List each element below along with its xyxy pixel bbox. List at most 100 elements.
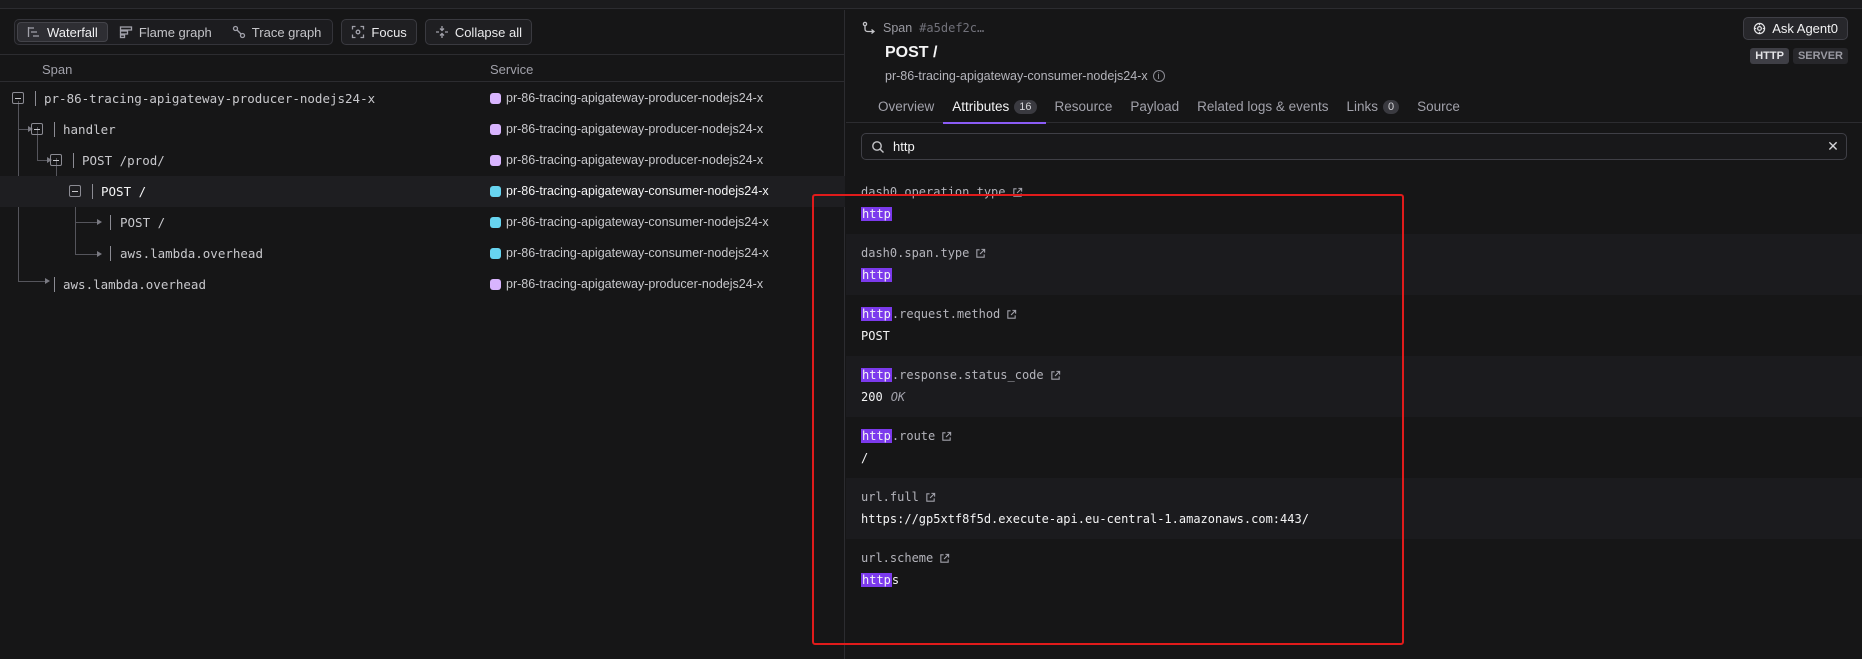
span-name: POST /prod/ — [82, 153, 165, 168]
collapse-toggle[interactable] — [69, 185, 81, 197]
tab-resource[interactable]: Resource — [1046, 90, 1122, 123]
collapse-all-label: Collapse all — [454, 24, 523, 40]
waterfall-tab[interactable]: Waterfall — [17, 22, 108, 42]
value-prefix: / — [861, 451, 869, 465]
span-depth-bar — [54, 122, 55, 137]
attribute-key[interactable]: http.response.status_code — [861, 368, 1061, 382]
flame-graph-tab[interactable]: Flame graph — [110, 22, 221, 42]
service-color-dot — [490, 278, 501, 290]
focus-button[interactable]: Focus — [341, 19, 417, 45]
service-cell: pr-86-tracing-apigateway-producer-nodejs… — [490, 122, 763, 136]
attribute-value[interactable]: POST — [861, 329, 890, 343]
span-depth-bar — [73, 153, 74, 168]
span-row[interactable]: handler pr-86-tracing-apigateway-produce… — [0, 114, 845, 145]
tab-label: Attributes — [952, 99, 1010, 114]
tab-label: Links — [1346, 99, 1378, 114]
tab-label: Source — [1417, 99, 1460, 114]
attribute-value[interactable]: http — [861, 268, 892, 282]
trace-graph-tab[interactable]: Trace graph — [223, 22, 331, 42]
attribute-key[interactable]: http.request.method — [861, 307, 1017, 321]
tab-overview[interactable]: Overview — [869, 90, 943, 123]
span-row[interactable]: pr-86-tracing-apigateway-producer-nodejs… — [0, 83, 845, 114]
attribute-row[interactable]: http.response.status_code 200 OK — [846, 356, 1862, 417]
external-link-icon[interactable] — [925, 492, 936, 503]
waterfall-icon — [27, 27, 39, 37]
external-link-icon[interactable] — [1050, 370, 1061, 381]
external-link-icon[interactable] — [1006, 309, 1017, 320]
detail-tabs: Overview Attributes 16 Resource Payload R… — [846, 90, 1862, 124]
top-strip — [0, 0, 1862, 9]
attribute-row[interactable]: dash0.span.type http — [846, 234, 1862, 295]
attribute-key[interactable]: dash0.operation.type — [861, 185, 1023, 199]
collapse-all-button[interactable]: Collapse all — [424, 19, 533, 45]
span-depth-bar — [92, 184, 93, 199]
span-column-header[interactable]: Span — [42, 62, 72, 77]
key-suffix: dash0.operation.type — [861, 185, 1006, 199]
attribute-key[interactable]: dash0.span.type — [861, 246, 986, 260]
attribute-row[interactable]: dash0.operation.type http — [846, 173, 1862, 234]
span-depth-bar — [35, 91, 36, 106]
span-service-name[interactable]: pr-86-tracing-apigateway-consumer-nodejs… — [885, 69, 1148, 83]
attribute-value[interactable]: https://gp5xtf8f5d.execute-api.eu-centra… — [861, 512, 1309, 526]
span-depth-bar — [110, 215, 111, 230]
attribute-row[interactable]: http.request.method POST — [846, 295, 1862, 356]
value-match-highlight: http — [861, 268, 892, 282]
span-row[interactable]: aws.lambda.overhead pr-86-tracing-apigat… — [0, 269, 845, 300]
http-badge: HTTP — [1750, 48, 1789, 64]
external-link-icon[interactable] — [941, 431, 952, 442]
attribute-key[interactable]: url.scheme — [861, 551, 950, 565]
tab-label: Payload — [1130, 99, 1180, 114]
service-cell: pr-86-tracing-apigateway-producer-nodejs… — [490, 153, 763, 167]
value-prefix: https://gp5xtf8f5d.execute-api.eu-centra… — [861, 512, 1309, 526]
span-depth-bar — [54, 277, 55, 292]
collapse-toggle[interactable] — [50, 154, 62, 166]
span-row-selected[interactable]: POST / pr-86-tracing-apigateway-consumer… — [0, 176, 845, 207]
external-link-icon[interactable] — [975, 248, 986, 259]
value-suffix: s — [891, 573, 900, 587]
tab-links[interactable]: Links 0 — [1337, 90, 1408, 123]
span-service: pr-86-tracing-apigateway-consumer-nodejs… — [885, 69, 1165, 83]
external-link-icon[interactable] — [1012, 187, 1023, 198]
collapse-toggle[interactable] — [12, 92, 24, 104]
span-name: POST / — [120, 215, 166, 230]
external-link-icon[interactable] — [939, 553, 950, 564]
span-row[interactable]: POST /prod/ pr-86-tracing-apigateway-pro… — [0, 145, 845, 176]
tab-label: Related logs & events — [1197, 99, 1329, 114]
span-name: aws.lambda.overhead — [63, 277, 206, 292]
span-icon — [862, 21, 876, 35]
span-title: POST / — [885, 44, 938, 61]
attribute-key[interactable]: url.full — [861, 490, 936, 504]
tab-related-logs[interactable]: Related logs & events — [1188, 90, 1337, 123]
span-detail-panel: Span #a5def2c… POST / pr-86-tracing-apig… — [846, 10, 1862, 659]
trace-graph-icon — [232, 25, 245, 39]
attribute-value[interactable]: http — [861, 207, 892, 221]
span-id[interactable]: #a5def2c… — [919, 21, 984, 35]
service-cell: pr-86-tracing-apigateway-consumer-nodejs… — [490, 246, 769, 260]
collapse-toggle[interactable] — [31, 123, 43, 135]
service-name: pr-86-tracing-apigateway-consumer-nodejs… — [506, 246, 769, 260]
tab-source[interactable]: Source — [1408, 90, 1469, 123]
attribute-row[interactable]: url.full https://gp5xtf8f5d.execute-api.… — [846, 478, 1862, 539]
waterfall-label: Waterfall — [47, 24, 98, 40]
collapse-icon — [435, 26, 448, 38]
span-row[interactable]: aws.lambda.overhead pr-86-tracing-apigat… — [0, 238, 845, 269]
span-row[interactable]: POST / pr-86-tracing-apigateway-consumer… — [0, 207, 845, 238]
attribute-value-detail: OK — [890, 390, 906, 404]
key-match-highlight: http — [861, 307, 892, 321]
search-input[interactable] — [893, 139, 1820, 154]
attribute-value[interactable]: https — [861, 573, 899, 587]
value-prefix: POST — [861, 329, 890, 343]
clear-search-icon[interactable]: ✕ — [1820, 138, 1846, 155]
attribute-row[interactable]: url.scheme https — [846, 539, 1862, 600]
attribute-value[interactable]: 200 OK — [861, 390, 905, 404]
tab-attributes[interactable]: Attributes 16 — [943, 90, 1046, 124]
span-name: POST / — [101, 184, 147, 199]
info-icon[interactable]: i — [1152, 70, 1165, 82]
service-column-header[interactable]: Service — [490, 62, 533, 77]
attribute-key[interactable]: http.route — [861, 429, 952, 443]
tab-payload[interactable]: Payload — [1121, 90, 1188, 123]
attribute-value[interactable]: / — [861, 451, 868, 465]
attribute-search: ✕ — [861, 133, 1847, 160]
ask-agent-button[interactable]: Ask Agent0 — [1743, 17, 1848, 40]
attribute-row[interactable]: http.route / — [846, 417, 1862, 478]
